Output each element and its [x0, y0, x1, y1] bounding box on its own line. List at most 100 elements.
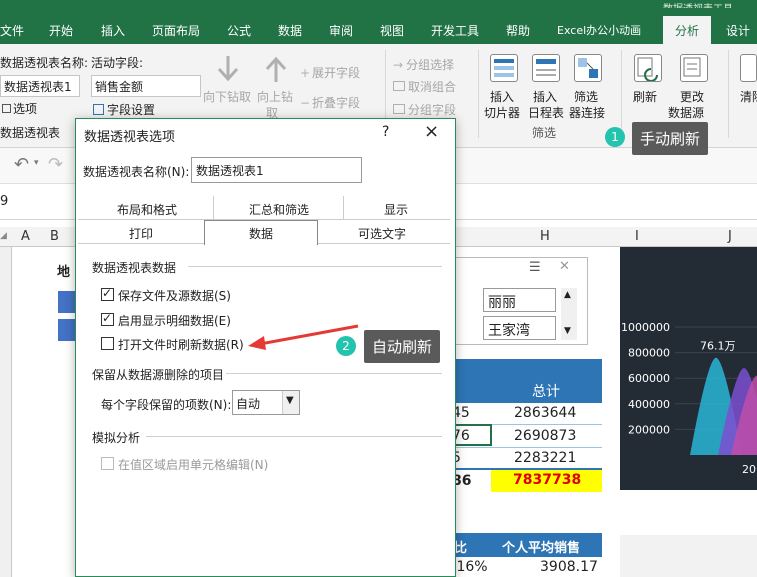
help-button[interactable]: ?	[382, 124, 389, 140]
insert-slicer-line2[interactable]: 切片器	[484, 104, 520, 121]
arrow-right-icon: →	[393, 58, 404, 72]
tab-page-layout[interactable]: 页面布局	[152, 22, 200, 39]
name-box[interactable]: 9	[0, 194, 8, 209]
items-per-field-label: 每个字段保留的项数(N):	[101, 398, 232, 412]
change-source-line2[interactable]: 数据源	[668, 104, 704, 121]
insert-timeline-line2[interactable]: 日程表	[528, 104, 564, 121]
tab-analyze[interactable]: 分析	[663, 16, 712, 44]
tab-print[interactable]: 打印	[78, 225, 204, 242]
section-retain-items: 保留从数据源删除的项目	[92, 368, 225, 382]
insert-timeline-line1[interactable]: 插入	[533, 88, 557, 105]
select-all-icon[interactable]: ◢	[0, 231, 7, 241]
undo-icon[interactable]: ↶	[14, 154, 29, 175]
change-source-line1[interactable]: 更改	[680, 88, 704, 105]
total-cell[interactable]: 2863644	[514, 405, 576, 421]
save-source-checkbox[interactable]	[101, 286, 114, 301]
tab-developer[interactable]: 开发工具	[431, 22, 479, 39]
drill-up-button[interactable]: 向上钻	[257, 88, 293, 105]
refresh-on-open-checkbox[interactable]	[101, 337, 114, 350]
save-source-label: 保存文件及源数据(S)	[118, 289, 231, 303]
dialog-name-value: 数据透视表1	[196, 164, 264, 178]
chart-svg: 1000000 800000 600000 400000 200000 76.1万 20	[621, 321, 757, 476]
dialog-name-input[interactable]: 数据透视表1	[191, 157, 362, 183]
clear-filter-icon[interactable]: ✕	[559, 259, 570, 274]
window-title: 数据透视表工具	[663, 0, 757, 8]
tab-file[interactable]: 文件	[0, 22, 24, 39]
tab-row-1: 布局和格式 汇总和筛选 显示	[78, 196, 450, 220]
x-tick-label: 20	[742, 463, 756, 476]
change-source-icon	[680, 54, 708, 82]
tab-layout-format[interactable]: 布局和格式	[78, 201, 216, 218]
slicer-item[interactable]: 丽丽	[483, 288, 556, 312]
tab-view[interactable]: 视图	[380, 22, 404, 39]
chevron-down-icon: ▼	[286, 395, 294, 406]
slicer-scrollbar[interactable]: ▲ ▼	[561, 288, 577, 340]
column-header-j[interactable]: J	[728, 229, 732, 244]
field-settings-button[interactable]: 字段设置	[93, 101, 155, 118]
column-header-b[interactable]: B	[50, 229, 59, 244]
redo-icon[interactable]: ↷	[48, 154, 63, 175]
column-header-i[interactable]: I	[635, 229, 639, 244]
slicer-item-label: 丽丽	[488, 295, 516, 311]
filter-connections-line2[interactable]: 器连接	[569, 104, 605, 121]
show-details-label: 启用显示明细数据(E)	[118, 314, 231, 328]
collapse-field-button[interactable]: − 折叠字段	[300, 94, 360, 111]
whatif-label: 在值区域启用单元格编辑(N)	[118, 458, 269, 472]
refresh-icon	[634, 54, 662, 82]
column-header-a[interactable]: A	[21, 229, 30, 244]
show-details-checkbox[interactable]	[101, 311, 114, 326]
insert-slicer-line1[interactable]: 插入	[490, 88, 514, 105]
grand-total-cell[interactable]: 7837738	[491, 470, 602, 492]
tab-help[interactable]: 帮助	[506, 22, 530, 39]
items-per-field-select[interactable]: 自动 ▼	[232, 390, 300, 415]
options-button[interactable]: 选项	[2, 100, 37, 117]
tab-excel-animation[interactable]: Excel办公小动画	[557, 22, 641, 38]
multi-select-icon[interactable]: ☰	[529, 260, 541, 275]
slicer-item-label: 王家湾	[488, 323, 530, 339]
sales-area-chart[interactable]: 1000000 800000 600000 400000 200000 76.1万 20	[620, 247, 757, 490]
group-field-button[interactable]: 分组字段	[393, 101, 456, 118]
group-field-icon	[393, 104, 405, 114]
scroll-down-icon[interactable]: ▼	[564, 326, 571, 336]
tab-display[interactable]: 显示	[344, 201, 448, 218]
group-selection-button[interactable]: → 分组选择	[393, 56, 454, 73]
column-header-h[interactable]: H	[540, 229, 550, 244]
filter-group-label: 筛选	[532, 126, 557, 140]
options-label: 选项	[13, 102, 38, 116]
tab-totals-filters[interactable]: 汇总和筛选	[218, 201, 340, 218]
tab-review[interactable]: 审阅	[329, 22, 353, 39]
tab-data[interactable]: 数据	[204, 220, 318, 245]
bottom-left-value[interactable]: .16%	[452, 559, 488, 575]
pivot-table-menu[interactable]: 数据透视表	[0, 124, 60, 141]
refresh-button[interactable]: 刷新	[633, 88, 657, 105]
tab-insert[interactable]: 插入	[101, 22, 125, 39]
tab-formulas[interactable]: 公式	[227, 22, 251, 39]
slicer-item[interactable]: 王家湾	[483, 316, 556, 340]
pivot-name-label: 数据透视表名称:	[0, 56, 89, 70]
tab-design[interactable]: 设计	[726, 22, 750, 39]
total-cell[interactable]: 2283221	[514, 450, 576, 466]
ungroup-button[interactable]: 取消组合	[393, 78, 456, 95]
expand-icon: +	[300, 66, 311, 80]
filter-connections-line1[interactable]: 筛选	[574, 88, 598, 105]
undo-dropdown-icon[interactable]: ▾	[34, 158, 39, 168]
ungroup-label: 取消组合	[408, 80, 457, 94]
clear-icon	[740, 54, 757, 82]
active-field-input[interactable]: 销售金额	[91, 75, 201, 97]
refresh-on-open-label: 打开文件时刷新数据(R)	[118, 338, 244, 352]
total-cell[interactable]: 2690873	[514, 428, 576, 444]
bottom-value[interactable]: 3908.17	[540, 559, 598, 575]
clear-button[interactable]: 清除	[740, 88, 757, 105]
tab-data[interactable]: 数据	[278, 22, 302, 39]
whatif-checkbox[interactable]	[101, 457, 114, 470]
y-tick-label: 1000000	[621, 321, 670, 334]
tab-home[interactable]: 开始	[49, 22, 73, 39]
pivot-name-field[interactable]: 数据透视表1	[0, 75, 80, 97]
drill-up-icon	[262, 54, 290, 84]
tab-alt-text[interactable]: 可选文字	[322, 225, 442, 242]
slicer-icon	[490, 54, 518, 82]
drill-down-button[interactable]: 向下钻取	[203, 88, 251, 105]
close-button[interactable]: ×	[424, 121, 439, 142]
scroll-up-icon[interactable]: ▲	[564, 290, 571, 300]
expand-field-button[interactable]: + 展开字段	[300, 64, 360, 81]
